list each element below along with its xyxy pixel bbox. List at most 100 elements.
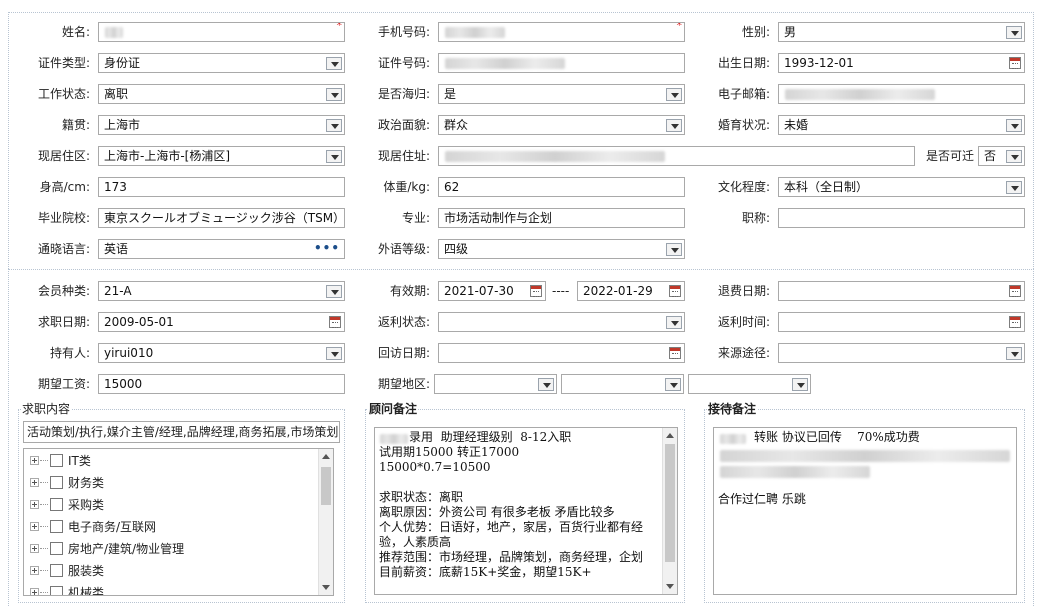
chevron-down-icon[interactable] bbox=[1006, 26, 1022, 39]
checkbox[interactable] bbox=[50, 542, 63, 555]
chevron-down-icon[interactable] bbox=[538, 378, 554, 391]
id-type-label: 证件类型: bbox=[37, 56, 90, 70]
expand-icon[interactable] bbox=[30, 478, 39, 487]
calendar-icon[interactable] bbox=[669, 285, 681, 297]
chevron-down-icon[interactable] bbox=[326, 285, 342, 298]
chevron-down-icon[interactable] bbox=[326, 347, 342, 360]
rebate-time-field[interactable] bbox=[778, 312, 1025, 332]
calendar-icon[interactable] bbox=[530, 285, 542, 297]
consultant-note-textarea[interactable]: 录用 助理经理级别 8-12入职 试用期15000 转正17000 15000*… bbox=[374, 427, 678, 595]
expected-region-district-select[interactable] bbox=[688, 374, 811, 394]
name-field[interactable]: * bbox=[98, 22, 345, 42]
marital-status-select[interactable]: 未婚 bbox=[778, 115, 1025, 135]
calendar-icon[interactable] bbox=[1009, 316, 1021, 328]
title-field[interactable] bbox=[778, 208, 1025, 228]
chevron-down-icon[interactable] bbox=[666, 88, 682, 101]
native-place-select[interactable]: 上海市 bbox=[98, 115, 345, 135]
checkbox[interactable] bbox=[50, 498, 63, 511]
chevron-down-icon[interactable] bbox=[666, 243, 682, 256]
expected-region-province-select[interactable] bbox=[434, 374, 557, 394]
checkbox[interactable] bbox=[50, 520, 63, 533]
refund-date-field[interactable] bbox=[778, 281, 1025, 301]
chevron-down-icon[interactable] bbox=[326, 150, 342, 163]
source-select[interactable] bbox=[778, 343, 1025, 363]
checkbox[interactable] bbox=[50, 476, 63, 489]
valid-from-value: 2021-07-30 bbox=[444, 284, 514, 298]
returnee-select[interactable]: 是 bbox=[438, 84, 685, 104]
job-category-tree[interactable]: IT类 财务类 采购类 电子商务/互联网 房地产/建筑/物业管理 服装类 机械类 bbox=[23, 448, 334, 596]
chevron-down-icon[interactable] bbox=[1006, 150, 1022, 163]
height-label: 身高/cm: bbox=[39, 180, 90, 194]
tree-connector bbox=[40, 592, 48, 593]
work-status-select[interactable]: 离职 bbox=[98, 84, 345, 104]
job-content-summary-field[interactable]: 活动策划/执行,媒介主管/经理,品牌经理,商务拓展,市场策划 bbox=[23, 421, 340, 443]
chevron-down-icon[interactable] bbox=[665, 378, 681, 391]
weight-field[interactable]: 62 bbox=[438, 177, 685, 197]
expand-icon[interactable] bbox=[30, 566, 39, 575]
school-field[interactable]: 東京スクールオブミュージック涉谷（TSM） bbox=[98, 208, 345, 228]
id-type-select[interactable]: 身份证 bbox=[98, 53, 345, 73]
major-field[interactable]: 市场活动制作与企划 bbox=[438, 208, 685, 228]
birth-date-field[interactable]: 1993-12-01 bbox=[778, 53, 1025, 73]
scroll-up-icon[interactable] bbox=[322, 454, 330, 459]
expected-salary-field[interactable]: 15000 bbox=[98, 374, 345, 394]
checkbox[interactable] bbox=[50, 454, 63, 467]
expand-icon[interactable] bbox=[30, 544, 39, 553]
current-region-select[interactable]: 上海市-上海市-[杨浦区] bbox=[98, 146, 345, 166]
consultant-note-group: 顾问备注 录用 助理经理级别 8-12入职 试用期15000 转正17000 1… bbox=[365, 403, 685, 603]
chevron-down-icon[interactable] bbox=[1006, 347, 1022, 360]
reception-note-title: 接待备注 bbox=[707, 402, 758, 416]
foreign-level-value: 四级 bbox=[444, 242, 469, 256]
chevron-down-icon[interactable] bbox=[1006, 181, 1022, 194]
mobile-field[interactable]: * bbox=[438, 22, 685, 42]
rebate-status-select[interactable] bbox=[438, 312, 685, 332]
chevron-down-icon[interactable] bbox=[1006, 119, 1022, 132]
calendar-icon[interactable] bbox=[1009, 285, 1021, 297]
expand-icon[interactable] bbox=[30, 522, 39, 531]
chevron-down-icon[interactable] bbox=[666, 316, 682, 329]
checkbox[interactable] bbox=[50, 586, 63, 595]
expand-icon[interactable] bbox=[30, 500, 39, 509]
scroll-thumb[interactable] bbox=[665, 444, 675, 562]
tree-scrollbar[interactable] bbox=[318, 449, 333, 595]
id-number-field[interactable] bbox=[438, 53, 685, 73]
birth-date-label: 出生日期: bbox=[717, 56, 770, 70]
scroll-down-icon[interactable] bbox=[666, 584, 674, 589]
scroll-thumb[interactable] bbox=[321, 467, 331, 505]
valid-from-field[interactable]: 2021-07-30 bbox=[438, 281, 546, 301]
visit-date-field[interactable] bbox=[438, 343, 685, 363]
chevron-down-icon[interactable] bbox=[792, 378, 808, 391]
chevron-down-icon[interactable] bbox=[326, 88, 342, 101]
calendar-icon[interactable] bbox=[669, 347, 681, 359]
expand-icon[interactable] bbox=[30, 456, 39, 465]
note-scrollbar[interactable] bbox=[662, 428, 677, 594]
gender-select[interactable]: 男 bbox=[778, 22, 1025, 42]
language-field[interactable]: 英语 ••• bbox=[98, 239, 345, 259]
valid-to-field[interactable]: 2022-01-29 bbox=[577, 281, 685, 301]
member-type-value: 21-A bbox=[104, 284, 132, 298]
chevron-down-icon[interactable] bbox=[666, 119, 682, 132]
calendar-icon[interactable] bbox=[329, 316, 341, 328]
scroll-up-icon[interactable] bbox=[666, 433, 674, 438]
reception-note-textarea[interactable]: 转账 协议已回传 70%成功费 合作过仁聘 乐跳 bbox=[713, 427, 1017, 595]
calendar-icon[interactable] bbox=[1009, 57, 1021, 69]
more-options-button[interactable]: ••• bbox=[314, 240, 340, 256]
expand-icon[interactable] bbox=[30, 588, 39, 595]
holder-select[interactable]: yirui010 bbox=[98, 343, 345, 363]
email-field[interactable] bbox=[778, 84, 1025, 104]
job-date-value: 2009-05-01 bbox=[104, 315, 174, 329]
checkbox[interactable] bbox=[50, 564, 63, 577]
scroll-down-icon[interactable] bbox=[322, 585, 330, 590]
holder-value: yirui010 bbox=[104, 346, 154, 360]
political-status-select[interactable]: 群众 bbox=[438, 115, 685, 135]
current-address-field[interactable] bbox=[438, 146, 915, 166]
chevron-down-icon[interactable] bbox=[326, 57, 342, 70]
job-date-field[interactable]: 2009-05-01 bbox=[98, 312, 345, 332]
foreign-level-select[interactable]: 四级 bbox=[438, 239, 685, 259]
member-type-select[interactable]: 21-A bbox=[98, 281, 345, 301]
height-field[interactable]: 173 bbox=[98, 177, 345, 197]
chevron-down-icon[interactable] bbox=[326, 119, 342, 132]
expected-region-city-select[interactable] bbox=[561, 374, 684, 394]
education-select[interactable]: 本科（全日制） bbox=[778, 177, 1025, 197]
relocate-select[interactable]: 否 bbox=[978, 146, 1025, 166]
